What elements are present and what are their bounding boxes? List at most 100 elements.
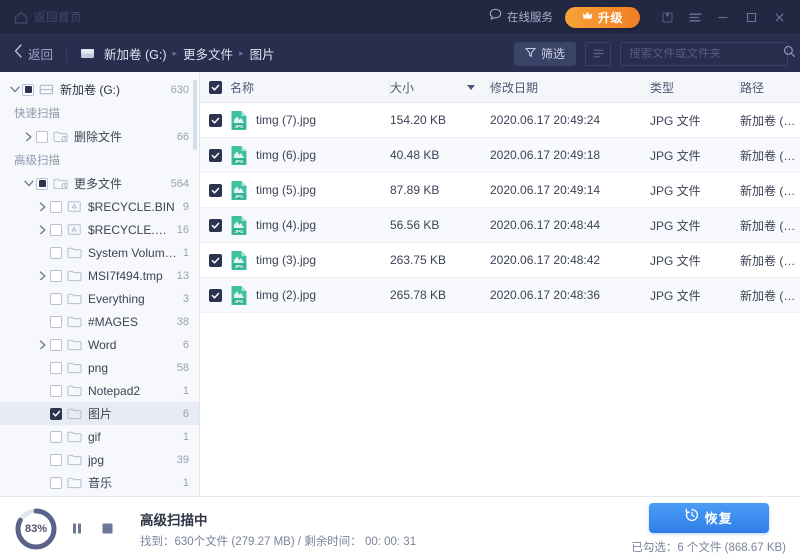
table-row[interactable]: JPGtimg (6).jpg40.48 KB2020.06.17 20:49:… [200,138,800,173]
back-button[interactable]: 返回 [0,44,53,63]
save-box-icon[interactable] [654,4,680,30]
checkbox-unchecked[interactable] [50,431,62,443]
checkbox-unchecked[interactable] [50,385,62,397]
checkbox-checked-icon [209,149,222,162]
tree-item[interactable]: 新加卷 (G:)630 [0,78,199,101]
chevron-right-icon[interactable] [22,132,36,141]
column-header-size[interactable]: 大小 [390,78,490,97]
close-icon[interactable] [766,4,792,30]
recover-button[interactable]: 恢复 [649,503,769,533]
search-box[interactable] [620,42,788,66]
tree-item[interactable]: 图片6 [0,402,199,425]
cell-size: 87.89 KB [390,183,490,197]
jpg-file-icon: JPG [230,285,248,306]
chevron-right-icon[interactable] [36,340,50,349]
checkbox-partial[interactable] [36,178,48,190]
pause-button[interactable] [66,518,88,540]
tree-item[interactable]: gif 1 [0,425,199,448]
return-home-button[interactable]: 返回首页 [0,9,82,25]
tree-item-label: 音乐 [88,474,177,491]
chevron-right-icon[interactable] [36,225,50,234]
restore-clock-icon [685,508,699,527]
folder-icon [67,361,82,374]
cell-type: JPG 文件 [650,182,740,199]
checkbox-unchecked[interactable] [50,339,62,351]
menu-icon[interactable] [682,4,708,30]
sort-desc-icon[interactable] [467,85,475,90]
table-row[interactable]: JPGtimg (2).jpg265.78 KB2020.06.17 20:48… [200,278,800,313]
tree-item[interactable]: jpg39 [0,448,199,471]
checkbox-unchecked[interactable] [50,201,62,213]
chevron-right-icon[interactable] [36,202,50,211]
row-checkbox[interactable] [200,254,230,267]
maximize-icon[interactable] [738,4,764,30]
tree-item[interactable]: Word6 [0,333,199,356]
tree-item[interactable]: 音乐1 [0,471,199,494]
online-service-button[interactable]: 在线服务 [489,8,553,26]
cell-date: 2020.06.17 20:48:42 [490,253,650,267]
tree-item[interactable]: png58 [0,356,199,379]
table-row[interactable]: JPGtimg (5).jpg87.89 KB2020.06.17 20:49:… [200,173,800,208]
drive-icon [39,83,54,96]
checkbox-checked[interactable] [50,408,62,420]
file-name-label: timg (2).jpg [256,288,316,302]
row-checkbox[interactable] [200,114,230,127]
select-all-checkbox[interactable] [200,81,230,94]
checkbox-unchecked[interactable] [50,224,62,236]
checkbox-partial[interactable] [22,84,34,96]
checkbox-unchecked[interactable] [36,131,48,143]
list-view-icon[interactable] [585,42,611,66]
svg-text:JPG: JPG [234,298,244,303]
tree-item-label: gif [88,430,177,444]
cell-type: JPG 文件 [650,147,740,164]
minimize-icon[interactable] [710,4,736,30]
chevron-right-icon[interactable] [36,271,50,280]
row-checkbox[interactable] [200,149,230,162]
column-header-type[interactable]: 类型 [650,78,740,97]
search-input[interactable] [629,48,783,60]
tree-item[interactable]: #MAGES38 [0,310,199,333]
tree-item[interactable]: $RECYCLE.BIN9 [0,195,199,218]
tree-item[interactable]: 更多文件564 [0,172,199,195]
row-checkbox[interactable] [200,289,230,302]
tree-item-count: 1 [183,431,189,443]
checkbox-unchecked[interactable] [50,247,62,259]
checkbox-unchecked[interactable] [50,477,62,489]
table-row[interactable]: JPGtimg (3).jpg263.75 KB2020.06.17 20:48… [200,243,800,278]
stop-button[interactable] [96,518,118,540]
filter-button[interactable]: 筛选 [514,42,576,66]
breadcrumb-item-1[interactable]: 更多文件 [183,44,233,63]
checkbox-unchecked[interactable] [50,362,62,374]
tree-section-label: 高级扫描 [0,148,199,172]
row-checkbox[interactable] [200,219,230,232]
tree-item[interactable]: Everything3 [0,287,199,310]
table-row[interactable]: JPGtimg (4).jpg56.56 KB2020.06.17 20:48:… [200,208,800,243]
column-header-date[interactable]: 修改日期 [490,78,650,97]
column-header-path[interactable]: 路径 [740,78,800,97]
tree-item-count: 9 [183,201,189,213]
cell-path: 新加卷 (G:)\更多文件... [740,287,800,304]
checkbox-unchecked[interactable] [50,316,62,328]
search-icon[interactable] [783,45,796,63]
table-row[interactable]: JPGtimg (7).jpg154.20 KB2020.06.17 20:49… [200,103,800,138]
chevron-down-icon[interactable] [8,85,22,94]
tree-item[interactable]: Notepad21 [0,379,199,402]
checkbox-unchecked[interactable] [50,270,62,282]
breadcrumb-separator: ▸ [173,48,178,59]
jpg-file-icon: JPG [230,215,248,236]
svg-text:JPG: JPG [234,158,244,163]
breadcrumb-item-2[interactable]: 图片 [250,44,275,63]
checkbox-unchecked[interactable] [50,454,62,466]
tree-item-label: jpg [88,453,171,467]
row-checkbox[interactable] [200,184,230,197]
breadcrumb-item-0[interactable]: 新加卷 (G:) [104,44,167,63]
tree-item[interactable]: System Volume Inf...1 [0,241,199,264]
upgrade-button[interactable]: 升级 [565,7,640,28]
column-header-name[interactable]: 名称 [230,78,390,97]
tree-item[interactable]: $RECYCLE.BIN16 [0,218,199,241]
chevron-down-icon[interactable] [22,179,36,188]
tree-item[interactable]: MSI7f494.tmp13 [0,264,199,287]
sidebar-scrollbar[interactable] [193,80,197,150]
tree-item[interactable]: 删除文件66 [0,125,199,148]
checkbox-unchecked[interactable] [50,293,62,305]
